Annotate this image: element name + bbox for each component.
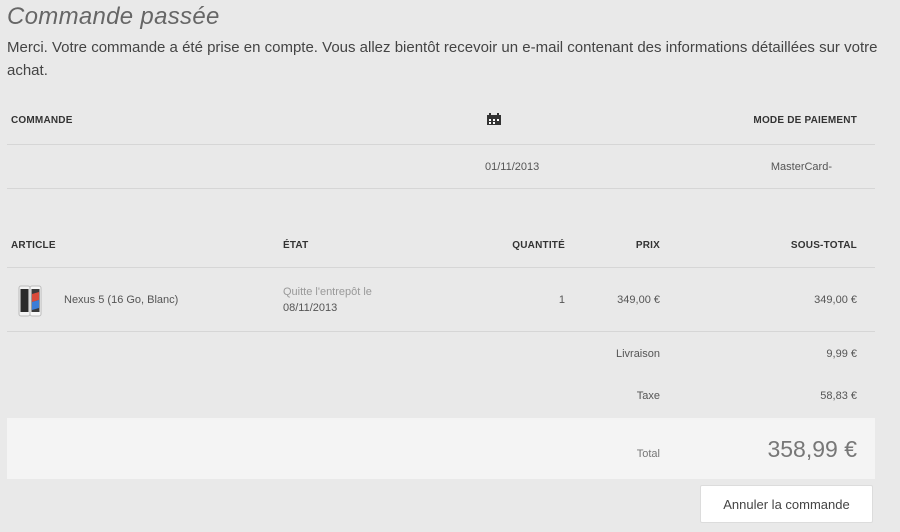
status-label: Quitte l'entrepôt le: [283, 286, 372, 298]
page-title: Commande passée: [7, 3, 220, 30]
item-subtotal: 349,00 €: [814, 294, 857, 306]
item-quantity: 1: [558, 294, 565, 306]
order-column-header: COMMANDE: [11, 115, 73, 126]
quantity-column-header: QUANTITÉ: [512, 240, 565, 251]
calendar-icon: [486, 113, 502, 126]
shipping-value: 9,99 €: [826, 348, 857, 360]
subtotal-column-header: SOUS-TOTAL: [790, 240, 857, 251]
divider: [7, 331, 875, 332]
status-date: 08/11/2013: [283, 302, 338, 314]
confirmation-message: Merci. Votre commande a été prise en com…: [7, 39, 878, 79]
divider: [7, 144, 875, 145]
product-name: Nexus 5 (16 Go, Blanc): [64, 294, 179, 306]
cancel-order-button[interactable]: Annuler la commande: [700, 485, 873, 523]
shipping-label: Livraison: [615, 348, 660, 360]
total-label: Total: [636, 448, 660, 460]
price-column-header: PRIX: [635, 240, 660, 251]
payment-method: MasterCard-: [770, 161, 832, 173]
payment-column-header: MODE DE PAIEMENT: [753, 115, 857, 126]
order-date: 01/11/2013: [485, 161, 540, 173]
total-row: [7, 418, 875, 479]
status-column-header: ÉTAT: [283, 240, 309, 251]
product-thumbnail: [16, 285, 46, 317]
item-price: 349,00 €: [617, 294, 660, 306]
tax-value: 58,83 €: [820, 390, 857, 402]
article-column-header: ARTICLE: [11, 240, 56, 251]
tax-label: Taxe: [636, 390, 660, 402]
divider: [7, 267, 875, 268]
total-value: 358,99 €: [767, 436, 857, 462]
divider: [7, 188, 875, 189]
